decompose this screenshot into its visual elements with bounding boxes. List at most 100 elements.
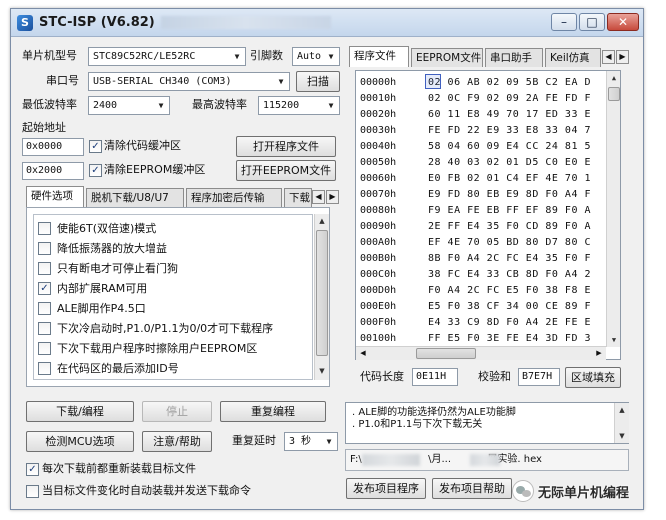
notes-help-button[interactable]: 注意/帮助 xyxy=(142,431,212,452)
option-checkbox[interactable] xyxy=(38,222,51,235)
close-button[interactable]: ✕ xyxy=(607,13,639,31)
info-message-text: ALE脚的功能选择仍然为ALE功能脚 xyxy=(358,407,516,418)
options-scrollbar[interactable]: ▲ ▼ xyxy=(314,214,329,380)
tab-encrypted-transfer[interactable]: 程序加密后传输 xyxy=(186,188,282,207)
checksum-label: 校验和 xyxy=(478,370,511,383)
hex-address: 000D0h xyxy=(360,285,397,296)
tab-scroll-right-icon[interactable]: ▶ xyxy=(326,190,339,204)
repeat-delay-select[interactable]: 3 秒 ▼ xyxy=(284,432,338,451)
check-mcu-options-button[interactable]: 检测MCU选项 xyxy=(26,431,134,452)
pin-count-select[interactable]: Auto ▼ xyxy=(292,47,340,66)
max-baud-select[interactable]: 115200 ▼ xyxy=(258,96,340,115)
hex-bytes: F9 EA FE EB FF EF 89 F0 A xyxy=(428,205,592,216)
blurred-path-segment xyxy=(470,454,500,466)
reload-target-checkbox[interactable]: ✓ xyxy=(26,463,39,476)
tab-scroll-left-icon[interactable]: ◀ xyxy=(312,190,325,204)
start-address-label: 起始地址 xyxy=(22,121,66,134)
scrollbar-thumb[interactable] xyxy=(416,348,476,359)
option-label: 降低振荡器的放大增益 xyxy=(57,242,167,255)
tab-offline-download[interactable]: 脱机下载/U8/U7 xyxy=(86,188,184,207)
scroll-up-icon[interactable]: ▲ xyxy=(315,214,329,228)
tab-program-file[interactable]: 程序文件 xyxy=(349,46,409,67)
area-fill-button[interactable]: 区域填充 xyxy=(565,367,621,388)
reload-target-label: 每次下载前都重新装载目标文件 xyxy=(42,462,196,475)
max-baud-value: 115200 xyxy=(263,100,300,111)
stop-button[interactable]: 停止 xyxy=(142,401,212,422)
option-label: 下次下载用户程序时擦除用户EEPROM区 xyxy=(57,342,258,355)
auto-load-label: 当目标文件变化时自动装载并发送下载命令 xyxy=(42,484,251,497)
auto-load-checkbox[interactable] xyxy=(26,485,39,498)
eeprom-start-address-input[interactable]: 0x2000 xyxy=(22,162,84,180)
option-checkbox[interactable] xyxy=(38,342,51,355)
hex-bytes: 02 06 AB 02 09 5B C2 EA D xyxy=(428,77,592,88)
tab-serial-assistant[interactable]: 串口助手 xyxy=(485,48,543,67)
open-eeprom-file-button[interactable]: 打开EEPROM文件 xyxy=(236,160,336,181)
option-label: 下次冷启动时,P1.0/P1.1为0/0才可下载程序 xyxy=(57,322,274,335)
code-length-value: 0E11H xyxy=(412,368,458,386)
hex-bytes: 2E FF E4 35 F0 CD 89 F0 A xyxy=(428,221,592,232)
serial-port-select[interactable]: USB-SERIAL CH340 (COM3) ▼ xyxy=(88,72,290,91)
download-program-button[interactable]: 下载/编程 xyxy=(26,401,134,422)
tab-scroll-left-icon[interactable]: ◀ xyxy=(602,50,615,64)
publish-project-program-button[interactable]: 发布项目程序 xyxy=(346,478,426,499)
scroll-down-icon[interactable]: ▼ xyxy=(615,429,629,443)
info-scrollbar[interactable]: ▲ ▼ xyxy=(614,403,629,443)
dropdown-arrow-icon: ▼ xyxy=(278,77,284,86)
maximize-button[interactable]: □ xyxy=(579,13,605,31)
hex-bytes: E0 FB 02 01 C4 EF 4E 70 1 xyxy=(428,173,592,184)
hex-vertical-scrollbar[interactable]: ▲ ▼ xyxy=(606,71,620,347)
scan-button[interactable]: 扫描 xyxy=(296,71,340,92)
clear-code-buffer-checkbox[interactable]: ✓ xyxy=(89,140,102,153)
hex-address: 00090h xyxy=(360,221,397,232)
blurred-title-area xyxy=(161,16,331,29)
hex-bytes: 58 04 60 09 E4 CC 24 81 5 xyxy=(428,141,592,152)
title-bar[interactable]: S STC-ISP (V6.82) – □ ✕ xyxy=(11,9,643,37)
tab-eeprom-file[interactable]: EEPROM文件 xyxy=(411,48,483,67)
dropdown-arrow-icon: ▼ xyxy=(234,52,240,61)
hex-address: 000F0h xyxy=(360,317,397,328)
program-hex-view[interactable]: 00000h 02 06 AB 02 09 5B C2 EA D 00010h 02… xyxy=(355,70,621,360)
repeat-program-button[interactable]: 重复编程 xyxy=(220,401,326,422)
scroll-down-icon[interactable]: ▼ xyxy=(315,364,329,378)
scroll-down-icon[interactable]: ▼ xyxy=(607,333,620,347)
tab-download-partial[interactable]: 下载 xyxy=(284,188,312,207)
option-checkbox[interactable] xyxy=(38,262,51,275)
window-title: STC-ISP (V6.82) xyxy=(39,15,155,30)
tab-scroll-right-icon[interactable]: ▶ xyxy=(616,50,629,64)
option-checkbox[interactable] xyxy=(38,362,51,375)
hex-horizontal-scrollbar[interactable]: ◀ ▶ xyxy=(356,346,606,360)
option-checkbox[interactable]: ✓ xyxy=(38,282,51,295)
option-label: 内部扩展RAM可用 xyxy=(57,282,148,295)
path-middle: \月... xyxy=(428,454,451,465)
info-message: . P1.0和P1.1与下次下载无关 xyxy=(352,419,622,431)
scroll-right-icon[interactable]: ▶ xyxy=(592,347,606,360)
wechat-icon xyxy=(512,480,534,502)
code-length-label: 代码长度 xyxy=(360,370,404,383)
hex-address: 00060h xyxy=(360,173,397,184)
hex-bytes: 38 FC E4 33 CB 8D F0 A4 2 xyxy=(428,269,592,280)
option-checkbox[interactable] xyxy=(38,302,51,315)
scroll-up-icon[interactable]: ▲ xyxy=(615,403,629,417)
open-program-file-button[interactable]: 打开程序文件 xyxy=(236,136,336,157)
option-checkbox[interactable] xyxy=(38,242,51,255)
mcu-model-select[interactable]: STC89C52RC/LE52RC ▼ xyxy=(88,47,246,66)
code-start-address-input[interactable]: 0x0000 xyxy=(22,138,84,156)
min-baud-select[interactable]: 2400 ▼ xyxy=(88,96,170,115)
publish-project-help-button[interactable]: 发布项目帮助 xyxy=(432,478,512,499)
info-message-text: P1.0和P1.1与下次下载无关 xyxy=(358,419,483,430)
scrollbar-thumb[interactable] xyxy=(608,87,620,101)
hex-address: 00080h xyxy=(360,205,397,216)
scroll-left-icon[interactable]: ◀ xyxy=(356,347,370,360)
clear-eeprom-buffer-checkbox[interactable]: ✓ xyxy=(89,164,102,177)
tab-hardware-options[interactable]: 硬件选项 xyxy=(26,186,84,207)
tab-keil-simulation[interactable]: Keil仿真 xyxy=(545,48,601,67)
scrollbar-thumb[interactable] xyxy=(316,230,328,356)
repeat-delay-label: 重复延时 xyxy=(232,434,276,447)
hex-address: 00070h xyxy=(360,189,397,200)
minimize-button[interactable]: – xyxy=(551,13,577,31)
hex-cursor xyxy=(425,74,441,89)
option-checkbox[interactable] xyxy=(38,322,51,335)
pin-count-value: Auto xyxy=(297,51,322,62)
hex-bytes: FF E5 F0 3E FE E4 3D FD 3 xyxy=(428,333,592,344)
scroll-up-icon[interactable]: ▲ xyxy=(607,71,620,85)
